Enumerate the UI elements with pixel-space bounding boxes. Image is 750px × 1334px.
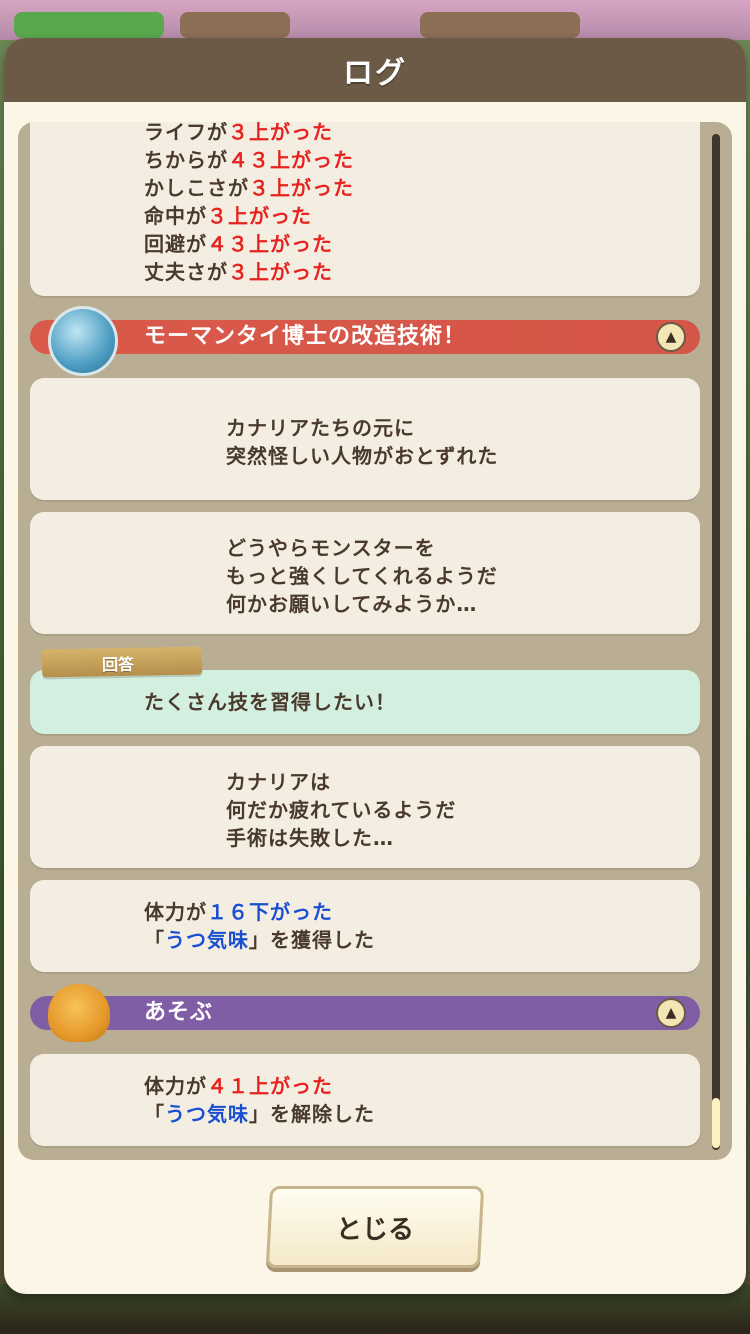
message-line: 何だか疲れているようだ xyxy=(226,798,457,822)
log-dialog: ログ ライフが３上がった ちからが４３上がった かしこさが３上がった 命中が３上… xyxy=(4,38,746,1294)
water-blob-icon xyxy=(48,306,118,376)
stat-line: 回避が４３上がった xyxy=(144,232,333,256)
answer-tag: 回答 xyxy=(41,646,203,678)
answer-tag-label: 回答 xyxy=(101,654,135,675)
message-line: カナリアは xyxy=(226,770,331,794)
stat-line: ちからが４３上がった xyxy=(144,148,354,172)
category-header-surgery[interactable]: モーマンタイ博士の改造技術！ ▲ xyxy=(30,320,700,354)
category-header-play[interactable]: あそぶ ▲ xyxy=(30,996,700,1030)
category-title: モーマンタイ博士の改造技術！ xyxy=(144,324,467,349)
background-tab xyxy=(14,12,164,38)
stats-card: ライフが３上がった ちからが４３上がった かしこさが３上がった 命中が３上がった… xyxy=(30,122,700,296)
message-line: 何かお願いしてみようか… xyxy=(226,592,478,616)
answer-card: たくさん技を習得したい！ xyxy=(30,670,700,734)
message-card: カナリアは 何だか疲れているようだ 手術は失敗した… xyxy=(30,746,700,868)
category-title: あそぶ xyxy=(144,1000,214,1025)
message-card: カナリアたちの元に 突然怪しい人物がおとずれた xyxy=(30,378,700,500)
stat-line: かしこさが３上がった xyxy=(144,176,354,200)
collapse-toggle-icon[interactable]: ▲ xyxy=(656,322,686,352)
result-line: 「うつ気味」を解除した xyxy=(144,1102,375,1126)
message-line: カナリアたちの元に xyxy=(226,416,415,440)
close-button-label: とじる xyxy=(335,1214,414,1245)
message-line: どうやらモンスターを xyxy=(226,536,436,560)
background-tab xyxy=(180,12,290,38)
close-button[interactable]: とじる xyxy=(265,1186,485,1268)
stat-line: 命中が３上がった xyxy=(144,204,312,228)
result-card: 体力が１６下がった 「うつ気味」を獲得した xyxy=(30,880,700,972)
stats-lines: ライフが３上がった ちからが４３上がった かしこさが３上がった 命中が３上がった… xyxy=(144,122,354,286)
collapse-toggle-icon[interactable]: ▲ xyxy=(656,998,686,1028)
answer-text: たくさん技を習得したい！ xyxy=(144,690,396,714)
log-scroll-panel[interactable]: ライフが３上がった ちからが４３上がった かしこさが３上がった 命中が３上がった… xyxy=(18,122,732,1160)
dialog-header: ログ xyxy=(4,38,746,102)
result-line: 体力が１６下がった xyxy=(144,900,333,924)
background-tab xyxy=(420,12,580,38)
message-line: 突然怪しい人物がおとずれた xyxy=(226,444,499,468)
monster-play-icon xyxy=(48,984,110,1042)
result-line: 「うつ気味」を獲得した xyxy=(144,928,375,952)
result-line: 体力が４１上がった xyxy=(144,1074,333,1098)
message-line: 手術は失敗した… xyxy=(226,826,394,850)
scrollbar-thumb[interactable] xyxy=(712,1098,720,1148)
message-card: どうやらモンスターを もっと強くしてくれるようだ 何かお願いしてみようか… xyxy=(30,512,700,634)
scrollbar-track[interactable] xyxy=(712,134,720,1150)
stat-line: 丈夫さが３上がった xyxy=(144,260,333,284)
dialog-title: ログ xyxy=(343,56,407,91)
result-card: 体力が４１上がった 「うつ気味」を解除した xyxy=(30,1054,700,1146)
stat-line: ライフが３上がった xyxy=(144,122,333,144)
background-top xyxy=(0,0,750,40)
message-line: もっと強くしてくれるようだ xyxy=(226,564,498,588)
